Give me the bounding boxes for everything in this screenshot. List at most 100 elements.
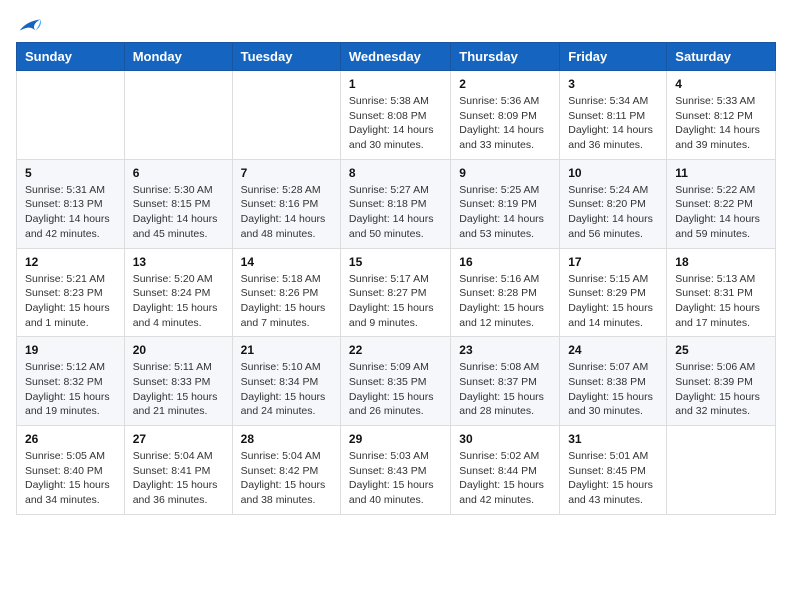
day-cell: 14Sunrise: 5:18 AM Sunset: 8:26 PM Dayli…: [232, 248, 340, 337]
day-info: Sunrise: 5:15 AM Sunset: 8:29 PM Dayligh…: [568, 272, 658, 331]
day-info: Sunrise: 5:09 AM Sunset: 8:35 PM Dayligh…: [349, 360, 442, 419]
day-cell: 6 Sunrise: 5:30 AM Sunset: 8:15 PM Daylig…: [124, 159, 232, 248]
day-number: 6: [133, 166, 224, 180]
day-cell: [124, 71, 232, 160]
day-cell: 8 Sunrise: 5:27 AM Sunset: 8:18 PM Daylig…: [340, 159, 450, 248]
day-number: 20: [133, 343, 224, 357]
day-cell: 26 Sunrise: 5:05 AM Sunset: 8:40 PM Dayli…: [17, 426, 125, 515]
day-info: Sunrise: 5:25 AM Sunset: 8:19 PM Dayligh…: [459, 183, 551, 242]
day-number: 27: [133, 432, 224, 446]
header-monday: Monday: [124, 43, 232, 71]
day-number: 21: [241, 343, 332, 357]
day-cell: 20Sunrise: 5:11 AM Sunset: 8:33 PM Dayli…: [124, 337, 232, 426]
day-number: 13: [133, 255, 224, 269]
day-info: Sunrise: 5:08 AM Sunset: 8:37 PM Dayligh…: [459, 360, 551, 419]
week-row-3: 12 Sunrise: 5:21 AM Sunset: 8:23 PM Dayli…: [17, 248, 776, 337]
day-number: 28: [241, 432, 332, 446]
day-cell: [667, 426, 776, 515]
day-number: 29: [349, 432, 442, 446]
day-number: 5: [25, 166, 116, 180]
day-number: 22: [349, 343, 442, 357]
day-cell: 19 Sunrise: 5:12 AM Sunset: 8:32 PM Dayli…: [17, 337, 125, 426]
week-row-4: 19 Sunrise: 5:12 AM Sunset: 8:32 PM Dayli…: [17, 337, 776, 426]
day-info: Sunrise: 5:16 AM Sunset: 8:28 PM Dayligh…: [459, 272, 551, 331]
header-tuesday: Tuesday: [232, 43, 340, 71]
day-number: 31: [568, 432, 658, 446]
header-thursday: Thursday: [451, 43, 560, 71]
day-number: 11: [675, 166, 767, 180]
day-number: 4: [675, 77, 767, 91]
day-cell: 9 Sunrise: 5:25 AM Sunset: 8:19 PM Daylig…: [451, 159, 560, 248]
header-wednesday: Wednesday: [340, 43, 450, 71]
day-number: 1: [349, 77, 442, 91]
day-info: Sunrise: 5:03 AM Sunset: 8:43 PM Dayligh…: [349, 449, 442, 508]
day-cell: 29 Sunrise: 5:03 AM Sunset: 8:43 PM Dayli…: [340, 426, 450, 515]
day-cell: 10Sunrise: 5:24 AM Sunset: 8:20 PM Dayli…: [560, 159, 667, 248]
day-cell: 23 Sunrise: 5:08 AM Sunset: 8:37 PM Dayli…: [451, 337, 560, 426]
day-info: Sunrise: 5:21 AM Sunset: 8:23 PM Dayligh…: [25, 272, 116, 331]
day-info: Sunrise: 5:13 AM Sunset: 8:31 PM Dayligh…: [675, 272, 767, 331]
day-info: Sunrise: 5:17 AM Sunset: 8:27 PM Dayligh…: [349, 272, 442, 331]
day-number: 30: [459, 432, 551, 446]
header-saturday: Saturday: [667, 43, 776, 71]
page-header: [16, 16, 776, 34]
day-cell: 21 Sunrise: 5:10 AM Sunset: 8:34 PM Dayli…: [232, 337, 340, 426]
day-number: 15: [349, 255, 442, 269]
day-number: 8: [349, 166, 442, 180]
day-info: Sunrise: 5:33 AM Sunset: 8:12 PM Dayligh…: [675, 94, 767, 153]
day-number: 9: [459, 166, 551, 180]
day-number: 23: [459, 343, 551, 357]
day-info: Sunrise: 5:24 AM Sunset: 8:20 PM Dayligh…: [568, 183, 658, 242]
day-number: 24: [568, 343, 658, 357]
day-cell: 5 Sunrise: 5:31 AM Sunset: 8:13 PM Daylig…: [17, 159, 125, 248]
header-row: SundayMondayTuesdayWednesdayThursdayFrid…: [17, 43, 776, 71]
day-cell: 11 Sunrise: 5:22 AM Sunset: 8:22 PM Dayli…: [667, 159, 776, 248]
day-info: Sunrise: 5:05 AM Sunset: 8:40 PM Dayligh…: [25, 449, 116, 508]
day-number: 19: [25, 343, 116, 357]
day-cell: 28 Sunrise: 5:04 AM Sunset: 8:42 PM Dayli…: [232, 426, 340, 515]
calendar-table: SundayMondayTuesdayWednesdayThursdayFrid…: [16, 42, 776, 515]
day-info: Sunrise: 5:38 AM Sunset: 8:08 PM Dayligh…: [349, 94, 442, 153]
day-info: Sunrise: 5:31 AM Sunset: 8:13 PM Dayligh…: [25, 183, 116, 242]
day-number: 26: [25, 432, 116, 446]
day-cell: 1 Sunrise: 5:38 AM Sunset: 8:08 PM Daylig…: [340, 71, 450, 160]
day-info: Sunrise: 5:04 AM Sunset: 8:42 PM Dayligh…: [241, 449, 332, 508]
week-row-2: 5 Sunrise: 5:31 AM Sunset: 8:13 PM Daylig…: [17, 159, 776, 248]
day-number: 2: [459, 77, 551, 91]
day-info: Sunrise: 5:22 AM Sunset: 8:22 PM Dayligh…: [675, 183, 767, 242]
day-cell: 24 Sunrise: 5:07 AM Sunset: 8:38 PM Dayli…: [560, 337, 667, 426]
day-cell: 13 Sunrise: 5:20 AM Sunset: 8:24 PM Dayli…: [124, 248, 232, 337]
day-cell: 2Sunrise: 5:36 AM Sunset: 8:09 PM Daylig…: [451, 71, 560, 160]
week-row-1: 1 Sunrise: 5:38 AM Sunset: 8:08 PM Daylig…: [17, 71, 776, 160]
day-info: Sunrise: 5:18 AM Sunset: 8:26 PM Dayligh…: [241, 272, 332, 331]
day-cell: 18 Sunrise: 5:13 AM Sunset: 8:31 PM Dayli…: [667, 248, 776, 337]
day-cell: 7 Sunrise: 5:28 AM Sunset: 8:16 PM Daylig…: [232, 159, 340, 248]
day-cell: 15 Sunrise: 5:17 AM Sunset: 8:27 PM Dayli…: [340, 248, 450, 337]
day-info: Sunrise: 5:02 AM Sunset: 8:44 PM Dayligh…: [459, 449, 551, 508]
day-number: 12: [25, 255, 116, 269]
day-cell: 30 Sunrise: 5:02 AM Sunset: 8:44 PM Dayli…: [451, 426, 560, 515]
day-cell: 22 Sunrise: 5:09 AM Sunset: 8:35 PM Dayli…: [340, 337, 450, 426]
day-cell: [232, 71, 340, 160]
day-info: Sunrise: 5:10 AM Sunset: 8:34 PM Dayligh…: [241, 360, 332, 419]
day-info: Sunrise: 5:28 AM Sunset: 8:16 PM Dayligh…: [241, 183, 332, 242]
day-info: Sunrise: 5:27 AM Sunset: 8:18 PM Dayligh…: [349, 183, 442, 242]
day-info: Sunrise: 5:04 AM Sunset: 8:41 PM Dayligh…: [133, 449, 224, 508]
day-info: Sunrise: 5:12 AM Sunset: 8:32 PM Dayligh…: [25, 360, 116, 419]
day-info: Sunrise: 5:07 AM Sunset: 8:38 PM Dayligh…: [568, 360, 658, 419]
header-sunday: Sunday: [17, 43, 125, 71]
day-cell: 16 Sunrise: 5:16 AM Sunset: 8:28 PM Dayli…: [451, 248, 560, 337]
day-info: Sunrise: 5:34 AM Sunset: 8:11 PM Dayligh…: [568, 94, 658, 153]
day-cell: [17, 71, 125, 160]
day-number: 25: [675, 343, 767, 357]
day-number: 7: [241, 166, 332, 180]
day-number: 17: [568, 255, 658, 269]
header-friday: Friday: [560, 43, 667, 71]
day-info: Sunrise: 5:30 AM Sunset: 8:15 PM Dayligh…: [133, 183, 224, 242]
logo: [16, 16, 42, 34]
day-info: Sunrise: 5:20 AM Sunset: 8:24 PM Dayligh…: [133, 272, 224, 331]
day-number: 18: [675, 255, 767, 269]
day-cell: 17 Sunrise: 5:15 AM Sunset: 8:29 PM Dayli…: [560, 248, 667, 337]
day-cell: 27 Sunrise: 5:04 AM Sunset: 8:41 PM Dayli…: [124, 426, 232, 515]
day-number: 16: [459, 255, 551, 269]
